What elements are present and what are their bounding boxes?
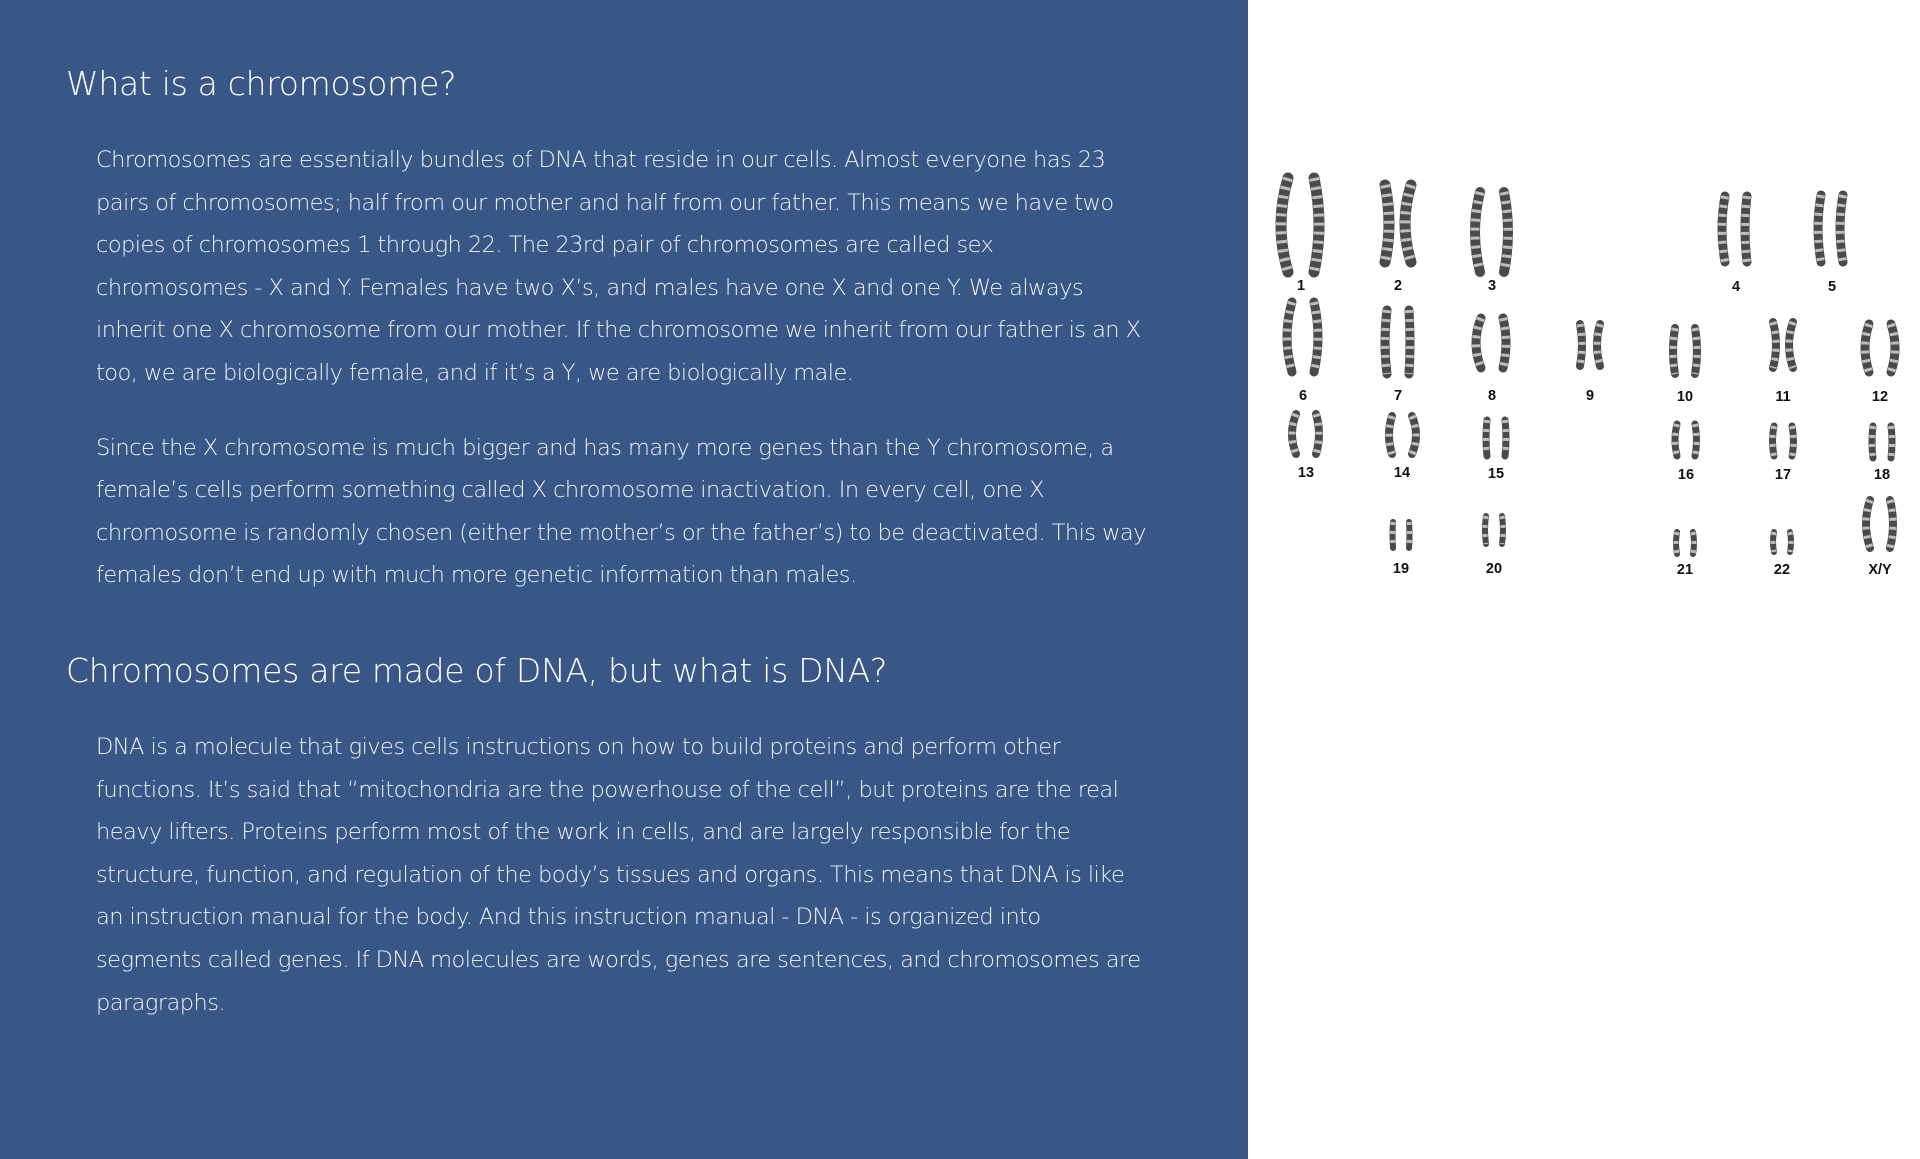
text-panel: What is a chromosome? Chromosomes are es… — [0, 0, 1248, 1159]
chromosome-12-a — [1860, 319, 1874, 377]
chromosome-19-b — [1406, 519, 1413, 551]
chromosome-10-b — [1691, 324, 1701, 378]
chromosome-20-b — [1499, 513, 1506, 547]
chromosome-label-18: 18 — [1874, 467, 1890, 483]
chromosome-label-5: 5 — [1828, 279, 1836, 295]
chromosome-label-17: 17 — [1775, 467, 1791, 483]
chromosome-label-2: 2 — [1394, 278, 1402, 294]
chromosome-11-a — [1769, 318, 1780, 372]
chromosome-pairs — [1275, 172, 1900, 557]
chromosome-12-b — [1886, 319, 1900, 377]
slide: What is a chromosome? Chromosomes are es… — [0, 0, 1920, 1159]
karyotype-figure: 1 2 3 4 5 6 7 8 9 10 11 12 13 14 15 16 1… — [1275, 172, 1900, 578]
chromosome-19-a — [1389, 519, 1396, 551]
section-title-chromosome: What is a chromosome? — [66, 64, 457, 103]
chromosome-17-b — [1788, 422, 1797, 460]
chromosome-label-x-y: X/Y — [1868, 562, 1892, 578]
chromosome-x-y-b — [1886, 496, 1897, 552]
chromosome-8-b — [1498, 313, 1511, 373]
chromosome-20-a — [1482, 513, 1489, 547]
chromosome-x-y-a — [1862, 496, 1874, 552]
chromosome-17-a — [1769, 422, 1778, 460]
chromosome-9-a — [1576, 320, 1586, 370]
chromosome-label-6: 6 — [1299, 388, 1307, 404]
chromosome-label-21: 21 — [1677, 562, 1693, 578]
chromosome-11-b — [1785, 318, 1797, 372]
chromosome-label-20: 20 — [1486, 561, 1502, 577]
chromosome-label-16: 16 — [1678, 467, 1694, 483]
paragraph-dna-definition: DNA is a molecule that gives cells instr… — [96, 733, 1141, 1016]
chromosome-label-8: 8 — [1488, 388, 1496, 404]
chromosome-label-13: 13 — [1298, 465, 1314, 481]
paragraph-chromosome-definition: Chromosomes are essentially bundles of D… — [96, 147, 1141, 386]
chromosome-label-3: 3 — [1488, 278, 1496, 294]
paragraph-x-inactivation: Since the X chromosome is much bigger an… — [96, 434, 1146, 589]
chromosome-label-19: 19 — [1393, 561, 1409, 577]
chromosome-label-9: 9 — [1586, 388, 1594, 404]
chromosome-label-4: 4 — [1732, 279, 1740, 295]
chromosome-label-11: 11 — [1775, 389, 1790, 405]
chromosome-label-15: 15 — [1488, 466, 1504, 482]
chromosome-8-a — [1471, 313, 1486, 373]
karyotype-image: 1 2 3 4 5 6 7 8 9 10 11 12 13 14 15 16 1… — [1248, 0, 1920, 1159]
chromosome-label-1: 1 — [1297, 278, 1305, 294]
chromosome-label-14: 14 — [1394, 465, 1410, 481]
chromosome-label-7: 7 — [1394, 388, 1402, 404]
chromosome-10-a — [1669, 324, 1679, 378]
chromosome-label-22: 22 — [1774, 562, 1790, 578]
chromosome-label-12: 12 — [1872, 389, 1888, 405]
chromosome-label-10: 10 — [1677, 389, 1693, 405]
section-title-dna: Chromosomes are made of DNA, but what is… — [66, 650, 888, 690]
